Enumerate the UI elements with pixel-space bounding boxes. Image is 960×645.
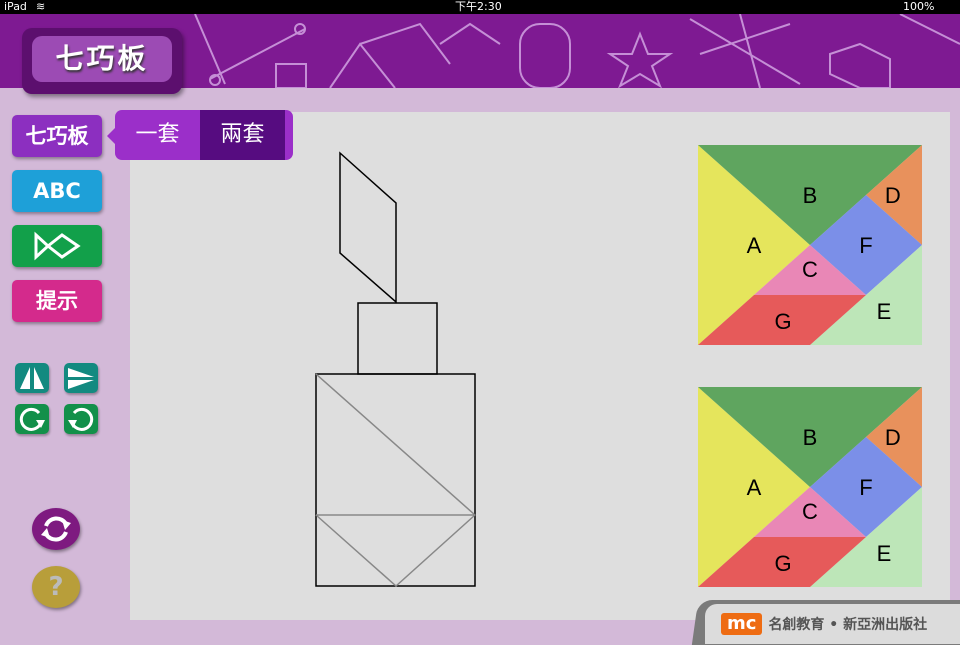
piece-label-c: C	[802, 257, 818, 282]
hint-button[interactable]: 提示	[12, 280, 102, 322]
flip-vertical-button[interactable]	[64, 363, 98, 393]
piece-label-d: D	[885, 425, 901, 450]
piece-label-f: F	[859, 233, 872, 258]
abc-button[interactable]: ABC	[12, 170, 102, 212]
tangram-button[interactable]: 七巧板	[12, 115, 102, 157]
help-button[interactable]: ?	[32, 566, 80, 608]
set-selector: 一套 兩套	[107, 110, 293, 160]
rotate-counterclockwise-button[interactable]	[64, 404, 98, 434]
piece-label-b: B	[803, 183, 818, 208]
device-label: iPad	[4, 0, 27, 13]
set-option-one[interactable]: 一套	[115, 110, 200, 160]
publisher-logo: mc	[721, 613, 763, 635]
piece-label-a: A	[747, 475, 762, 500]
publisher-bar: mc 名創教育 • 新亞洲出版社	[705, 604, 960, 644]
flip-vertical-icon	[68, 368, 94, 389]
flip-horizontal-icon	[20, 367, 44, 389]
question-icon: ?	[48, 572, 64, 602]
rotate-clockwise-button[interactable]	[15, 404, 49, 434]
app-title: 七巧板	[32, 36, 172, 82]
rotate-clockwise-icon	[19, 407, 45, 431]
clock: 下午2:30	[455, 0, 502, 13]
solution-preview-2: A B DF C E G	[698, 387, 922, 587]
piece-label-e: E	[877, 299, 892, 324]
set-option-two[interactable]: 兩套	[200, 110, 285, 160]
piece-label-c: C	[802, 499, 818, 524]
publisher-name: 名創教育 • 新亞洲出版社	[768, 617, 928, 633]
refresh-icon	[41, 516, 71, 542]
fish-button[interactable]	[12, 225, 102, 267]
flip-horizontal-button[interactable]	[15, 363, 49, 393]
piece-label-g: G	[775, 309, 792, 334]
fish-icon	[34, 231, 81, 261]
reset-button[interactable]	[32, 508, 80, 550]
piece-label-b: B	[803, 425, 818, 450]
app-title-badge: 七巧板	[22, 28, 182, 94]
piece-label-f: F	[859, 475, 872, 500]
piece-label-d: D	[885, 183, 901, 208]
piece-label-a: A	[747, 233, 762, 258]
piece-label-e: E	[877, 541, 892, 566]
battery-label: 100%	[903, 0, 935, 13]
solution-preview-1: A B DF C E G	[698, 145, 922, 345]
piece-label-g: G	[775, 551, 792, 576]
rotate-counterclockwise-icon	[68, 407, 94, 431]
wifi-icon: ≋	[36, 0, 46, 13]
status-bar: iPad ≋ 下午2:30 100%	[0, 0, 960, 14]
